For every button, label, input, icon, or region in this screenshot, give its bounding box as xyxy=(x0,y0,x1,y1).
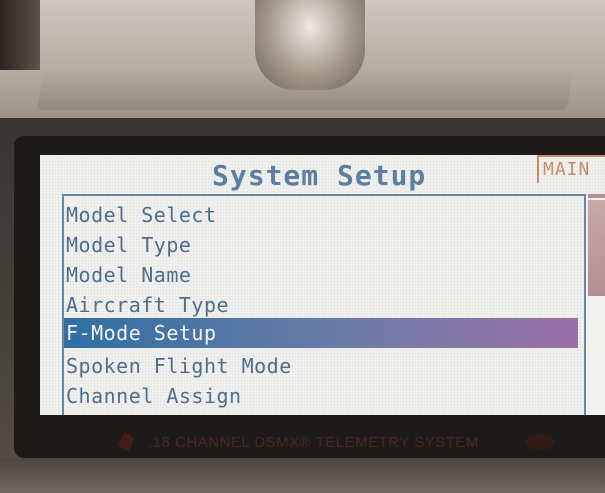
maker-logo-icon xyxy=(525,434,555,450)
menu-item-model-select[interactable]: Model Select xyxy=(64,200,578,230)
scrollbar[interactable] xyxy=(584,194,605,415)
menu-item-model-type[interactable]: Model Type xyxy=(64,230,578,260)
housing-shadow xyxy=(0,0,40,70)
page-title: System Setup xyxy=(212,159,427,192)
lcd-screen: System Setup MAIN Model Select Model Typ… xyxy=(40,155,605,415)
scrollbar-thumb[interactable] xyxy=(588,200,605,296)
menu-item-aircraft-type[interactable]: Aircraft Type xyxy=(64,290,578,320)
switch-gimbal xyxy=(255,0,365,90)
menu-item-channel-assign[interactable]: Channel Assign xyxy=(64,381,578,411)
scrollbar-cap xyxy=(588,194,605,198)
menu-item-f-mode-setup[interactable]: F-Mode Setup xyxy=(64,318,578,348)
bezel-brand-text: .18 CHANNEL DSMX® TELEMETRY SYSTEM xyxy=(148,434,479,451)
main-tab[interactable]: MAIN xyxy=(537,155,605,183)
bezel-bottom xyxy=(0,458,605,493)
menu-item-model-name[interactable]: Model Name xyxy=(64,260,578,290)
menu-item-spoken-flight-mode[interactable]: Spoken Flight Mode xyxy=(64,351,578,381)
